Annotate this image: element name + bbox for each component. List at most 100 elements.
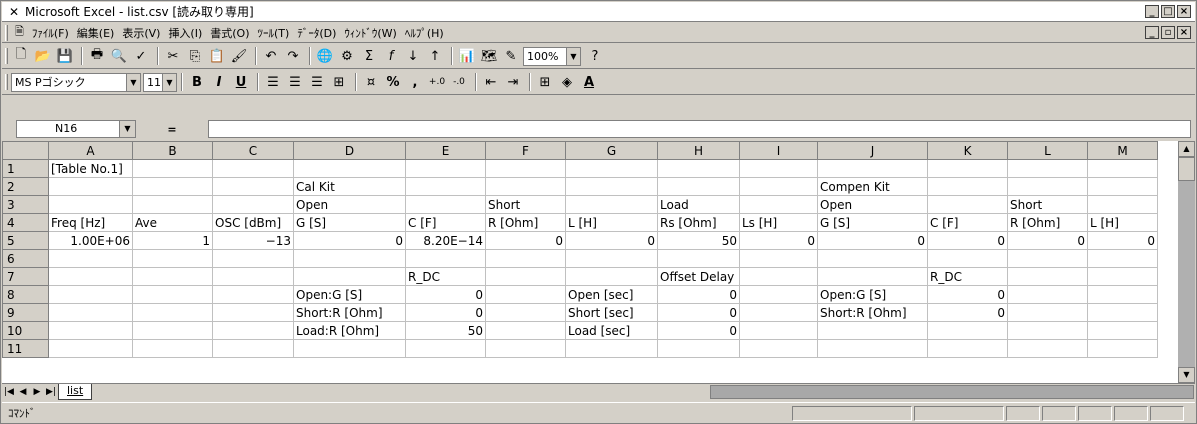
scroll-up-icon[interactable]: ▲ xyxy=(1178,141,1195,157)
menu-edit[interactable]: 編集(E) xyxy=(73,25,119,41)
borders-icon[interactable]: ⊞ xyxy=(535,72,555,92)
cell-a11[interactable] xyxy=(48,339,133,358)
currency-icon[interactable]: ¤ xyxy=(361,72,381,92)
cell-m9[interactable] xyxy=(1087,303,1158,322)
cell-h7[interactable]: Offset Delay xyxy=(657,267,740,286)
new-icon[interactable]: 🗋 xyxy=(11,46,31,66)
chevron-down-icon[interactable]: ▼ xyxy=(162,73,176,91)
restore-button[interactable]: □ xyxy=(1161,5,1175,18)
cell-d7[interactable] xyxy=(293,267,406,286)
cell-i1[interactable] xyxy=(739,159,818,178)
cell-f3[interactable]: Short xyxy=(485,195,566,214)
chevron-down-icon[interactable]: ▼ xyxy=(126,73,140,91)
cell-m5[interactable]: 0 xyxy=(1087,231,1158,250)
cell-l9[interactable] xyxy=(1007,303,1088,322)
spelling-icon[interactable]: ✓ xyxy=(131,46,151,66)
cell-j7[interactable] xyxy=(817,267,928,286)
row-header[interactable]: 1 xyxy=(2,159,49,178)
cell-a2[interactable] xyxy=(48,177,133,196)
column-header-g[interactable]: G xyxy=(565,141,658,160)
decrease-indent-icon[interactable]: ⇤ xyxy=(481,72,501,92)
cell-j10[interactable] xyxy=(817,321,928,340)
menu-view[interactable]: 表示(V) xyxy=(118,25,164,41)
cell-l5[interactable]: 0 xyxy=(1007,231,1088,250)
cell-b4[interactable]: Ave xyxy=(132,213,213,232)
cell-k1[interactable] xyxy=(927,159,1008,178)
cell-d9[interactable]: Short:R [Ohm] xyxy=(293,303,406,322)
cell-g2[interactable] xyxy=(565,177,658,196)
cell-g3[interactable] xyxy=(565,195,658,214)
align-left-icon[interactable]: ☰ xyxy=(263,72,283,92)
undo-icon[interactable]: ↶ xyxy=(261,46,281,66)
cell-i11[interactable] xyxy=(739,339,818,358)
align-right-icon[interactable]: ☰ xyxy=(307,72,327,92)
cell-i8[interactable] xyxy=(739,285,818,304)
web-toolbar-icon[interactable]: ⚙ xyxy=(337,46,357,66)
cell-g5[interactable]: 0 xyxy=(565,231,658,250)
cell-k9[interactable]: 0 xyxy=(927,303,1008,322)
cell-j11[interactable] xyxy=(817,339,928,358)
cell-m3[interactable] xyxy=(1087,195,1158,214)
cell-g9[interactable]: Short [sec] xyxy=(565,303,658,322)
cell-h10[interactable]: 0 xyxy=(657,321,740,340)
cell-b10[interactable] xyxy=(132,321,213,340)
fill-color-icon[interactable]: ◈ xyxy=(557,72,577,92)
cell-g11[interactable] xyxy=(565,339,658,358)
cell-h4[interactable]: Rs [Ohm] xyxy=(657,213,740,232)
cell-m6[interactable] xyxy=(1087,249,1158,268)
cell-e4[interactable]: C [F] xyxy=(405,213,486,232)
underline-button[interactable]: U xyxy=(231,72,251,92)
font-size-select[interactable]: 11 ▼ xyxy=(143,72,177,92)
cell-f9[interactable] xyxy=(485,303,566,322)
cell-a7[interactable] xyxy=(48,267,133,286)
sort-ascending-icon[interactable]: ↓ xyxy=(403,46,423,66)
cell-j2[interactable]: Compen Kit xyxy=(817,177,928,196)
column-header-c[interactable]: C xyxy=(212,141,294,160)
cell-c2[interactable] xyxy=(212,177,294,196)
cell-m11[interactable] xyxy=(1087,339,1158,358)
chevron-down-icon[interactable]: ▼ xyxy=(566,47,580,65)
sort-descending-icon[interactable]: ↑ xyxy=(425,46,445,66)
chevron-down-icon[interactable]: ▼ xyxy=(119,121,135,137)
doc-icon[interactable]: 🗎 xyxy=(11,23,28,42)
font-color-icon[interactable]: A xyxy=(579,72,599,92)
map-icon[interactable]: 🗺 xyxy=(479,46,499,66)
cell-d5[interactable]: 0 xyxy=(293,231,406,250)
function-icon[interactable]: f xyxy=(381,46,401,66)
cell-g7[interactable] xyxy=(565,267,658,286)
cell-d2[interactable]: Cal Kit xyxy=(293,177,406,196)
decrease-decimal-icon[interactable]: -.0 xyxy=(449,72,469,92)
cell-k4[interactable]: C [F] xyxy=(927,213,1008,232)
cell-e1[interactable] xyxy=(405,159,486,178)
cell-c7[interactable] xyxy=(212,267,294,286)
copy-icon[interactable]: ⎘ xyxy=(185,46,205,66)
cell-m2[interactable] xyxy=(1087,177,1158,196)
cell-a6[interactable] xyxy=(48,249,133,268)
cell-e7[interactable]: R_DC xyxy=(405,267,486,286)
menu-file[interactable]: ﾌｧｲﾙ(F) xyxy=(28,25,73,41)
column-header-k[interactable]: K xyxy=(927,141,1008,160)
cell-l4[interactable]: R [Ohm] xyxy=(1007,213,1088,232)
doc-close-button[interactable]: × xyxy=(1177,26,1191,39)
redo-icon[interactable]: ↷ xyxy=(283,46,303,66)
column-header-l[interactable]: L xyxy=(1007,141,1088,160)
menu-tools[interactable]: ﾂｰﾙ(T) xyxy=(254,25,294,41)
cell-m8[interactable] xyxy=(1087,285,1158,304)
cell-f2[interactable] xyxy=(485,177,566,196)
cell-f8[interactable] xyxy=(485,285,566,304)
cell-e5[interactable]: 8.20E−14 xyxy=(405,231,486,250)
cell-f10[interactable] xyxy=(485,321,566,340)
sheet-tab-list[interactable]: list xyxy=(58,384,93,400)
prev-sheet-icon[interactable]: ◀ xyxy=(16,385,30,400)
cell-i9[interactable] xyxy=(739,303,818,322)
cell-e8[interactable]: 0 xyxy=(405,285,486,304)
cell-e6[interactable] xyxy=(405,249,486,268)
office-assistant-icon[interactable]: ? xyxy=(585,46,605,66)
column-header-h[interactable]: H xyxy=(657,141,740,160)
select-all-button[interactable] xyxy=(2,141,49,160)
cell-h8[interactable]: 0 xyxy=(657,285,740,304)
minimize-button[interactable]: _ xyxy=(1145,5,1159,18)
cell-a9[interactable] xyxy=(48,303,133,322)
cell-c10[interactable] xyxy=(212,321,294,340)
cell-f4[interactable]: R [Ohm] xyxy=(485,213,566,232)
